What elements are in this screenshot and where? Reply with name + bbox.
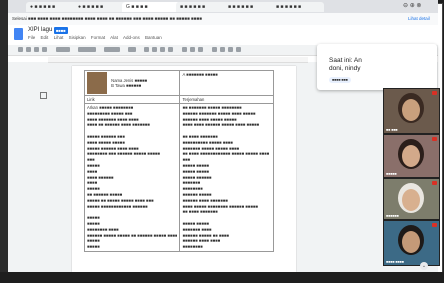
menu-item-addons[interactable]: Add-ons [123, 35, 140, 40]
participant-name: ■■■■ ■■■■ [386, 260, 404, 264]
redo-icon[interactable] [26, 47, 31, 52]
participant-face [402, 99, 420, 121]
browser-tabbar: ● ■ ■ ■ ■ ■ ● ■ ■ ■ ■ ■ G ■ ■ ■ ■ ■ ■ ■ … [8, 0, 438, 13]
zoom-select[interactable] [56, 47, 70, 52]
style-select[interactable] [78, 47, 96, 52]
participant-name: ■■■■■■ [386, 214, 399, 218]
popup-chip[interactable]: ■■■■ ■■■ [329, 77, 351, 83]
menu-bar: File Edit Lihat Sisipkan Format Alat Add… [28, 35, 166, 40]
participant-video[interactable]: ■■ ■■■ [383, 88, 440, 134]
menu-item-tools[interactable]: Alat [110, 35, 118, 40]
font-size-select[interactable] [128, 47, 136, 52]
chevron-down-icon[interactable]: ⌄ [420, 262, 428, 270]
lyrics-table: Nama Jenis ■■■■■ B Tawa ■■■■■■ A ■■■■■■■… [83, 70, 274, 252]
info-banner-link[interactable]: Lihat detail [408, 13, 430, 25]
menu-item-file[interactable]: File [28, 35, 35, 40]
ruler[interactable] [48, 57, 308, 63]
line-spacing-icon[interactable] [220, 47, 225, 52]
participant-video[interactable]: ■■■■■ [383, 134, 440, 178]
left-edge [0, 0, 8, 277]
font-select[interactable] [104, 47, 120, 52]
underline-icon[interactable] [160, 47, 165, 52]
lyric-line: ■■■■■■ ■■■■■ ■■■■■ ■■ ■■■■■■ ■■■■■ ■■■■ [87, 232, 178, 238]
column-title-right: Terjemahan [179, 95, 274, 104]
translation-line: ■■■■■■■■ [182, 244, 203, 250]
popup-line-1: Saat ini: An [329, 57, 362, 64]
link-icon[interactable] [182, 47, 187, 52]
column-title-left: Lirik [83, 95, 181, 104]
menu-item-format[interactable]: Format [91, 35, 105, 40]
document-page[interactable]: Nama Jenis ■■■■■ B Tawa ■■■■■■ A ■■■■■■■… [72, 66, 296, 272]
outline-icon[interactable] [40, 92, 47, 99]
bottom-edge [0, 272, 444, 283]
bold-icon[interactable] [144, 47, 149, 52]
header-left-text: Nama Jenis ■■■■■ B Tawa ■■■■■■ [111, 78, 148, 88]
menu-item-insert[interactable]: Sisipkan [69, 35, 86, 40]
popup-line-2: doni, nindy [329, 65, 361, 72]
docs-header: XIPI lagu ■■■■ File Edit Lihat Sisipkan … [8, 25, 438, 45]
browser-tab[interactable]: ■ ■ ■ ■ ■ ■ [272, 2, 324, 12]
header-cell-right: A ■■■■■■■ ■■■■■ [179, 70, 274, 96]
browser-tab[interactable]: ● ■ ■ ■ ■ ■ [74, 2, 126, 12]
browser-tab-active[interactable]: G ■ ■ ■ ■ [122, 2, 180, 12]
align-icon[interactable] [212, 47, 217, 52]
menu-item-help[interactable]: Bantuan [145, 35, 162, 40]
undo-icon[interactable] [18, 47, 23, 52]
participant-face [402, 145, 420, 167]
menu-item-edit[interactable]: Edit [41, 35, 49, 40]
song-thumbnail [87, 72, 107, 94]
browser-tab[interactable]: ■ ■ ■ ■ ■ ■ [176, 2, 228, 12]
print-icon[interactable] [34, 47, 39, 52]
collaborator-popup[interactable]: Saat ini: An doni, nindy ■■■■ ■■■ [317, 44, 437, 90]
mic-off-icon [432, 181, 437, 185]
browser-tab[interactable]: ● ■ ■ ■ ■ ■ [26, 2, 78, 12]
header-cell-left: Nama Jenis ■■■■■ B Tawa ■■■■■■ [83, 70, 181, 96]
window-controls[interactable]: ⊖ ⊕ ⊗ [403, 2, 421, 9]
participant-video[interactable]: ■■■■■■ [383, 178, 440, 220]
menu-item-view[interactable]: Lihat [54, 35, 64, 40]
participant-video[interactable]: ■■■■ ■■■■ [383, 220, 440, 266]
lyrics-column[interactable]: Arkan ■■■■■ ■■■■■■■■ ■■■■■■■■■ ■■■■■ ■■■ ■… [83, 103, 181, 252]
italic-icon[interactable] [152, 47, 157, 52]
browser-tab[interactable]: ■ ■ ■ ■ ■ ■ [224, 2, 276, 12]
translation-line: ■■ ■■■■ ■■■■■■■■■■■■ ■■■■■ ■■■■■ ■■■■ [182, 151, 270, 157]
translation-line: ■■■■ ■■■■ ■■■■■■ ■■■■■ ■■■■ ■■■■■ [182, 122, 260, 128]
participant-face [402, 189, 420, 211]
participant-name: ■■ ■■■ [386, 128, 398, 132]
mic-off-icon [432, 137, 437, 141]
text-color-icon[interactable] [168, 47, 173, 52]
info-banner-text: Selesai ■■■ ■■■■ ■■■■ ■■■■■■■■ ■■■■ ■■■■… [12, 16, 202, 21]
comment-add-icon[interactable] [190, 47, 195, 52]
mic-off-icon [432, 91, 437, 95]
document-title[interactable]: XIPI lagu [28, 27, 52, 33]
participant-face [402, 231, 420, 253]
participant-name: ■■■■■ [386, 172, 397, 176]
numbered-list-icon[interactable] [236, 47, 241, 52]
mic-off-icon [432, 223, 437, 227]
list-icon[interactable] [228, 47, 233, 52]
translation-column[interactable]: ■■ ■■■■■■■ ■■■■■ ■■■■■■■■ ■■■■■■ ■■■■■■■ … [179, 103, 274, 252]
image-icon[interactable] [198, 47, 203, 52]
paint-format-icon[interactable] [42, 47, 47, 52]
doc-badge: ■■■■ [54, 27, 68, 34]
header-right-text: A ■■■■■■■ ■■■■■ [182, 72, 218, 77]
lyric-line: ■■■■■ [87, 244, 100, 250]
docs-logo-icon[interactable] [14, 28, 23, 40]
